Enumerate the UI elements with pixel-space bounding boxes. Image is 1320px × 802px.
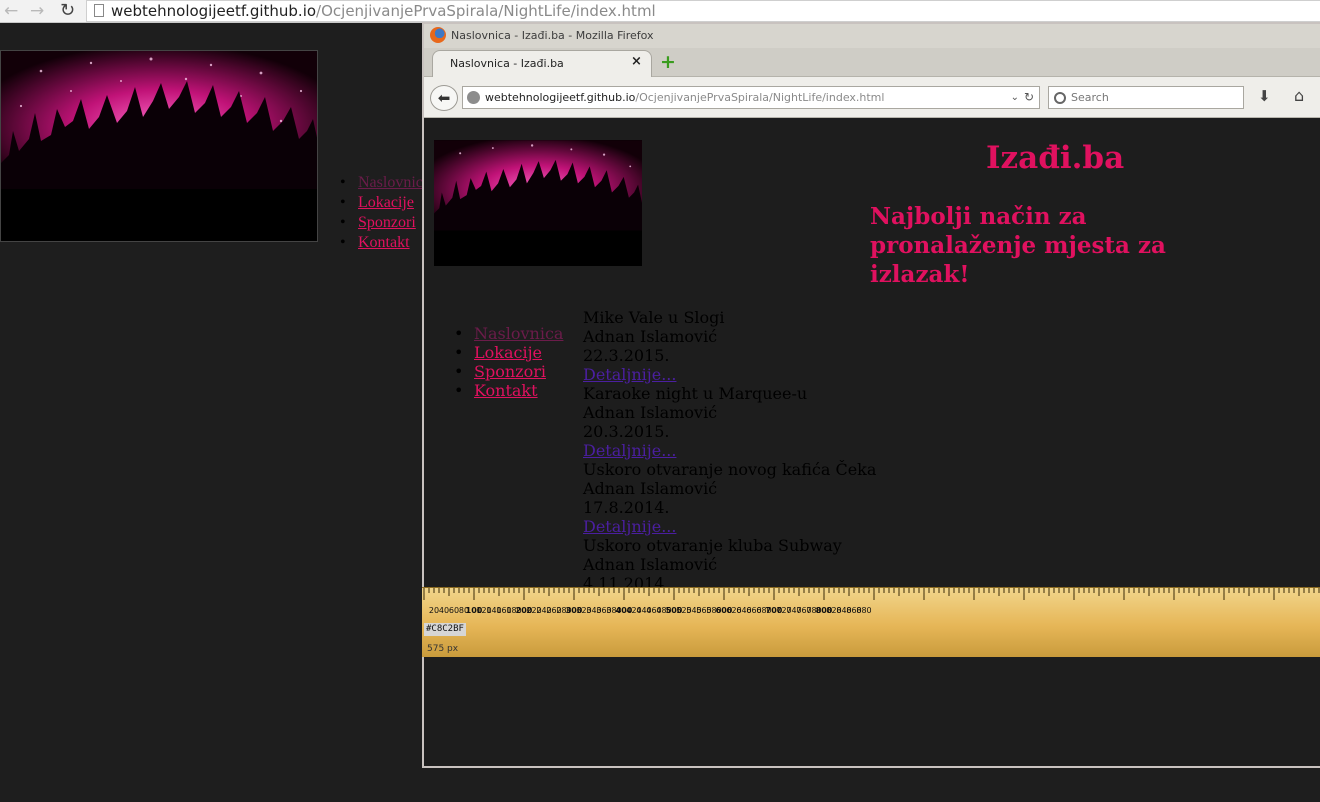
ruler-tick-label: 880 [856,606,871,615]
back-arrow-icon[interactable]: ← [4,1,18,21]
party-silhouette-graphic [434,140,642,266]
nav-link-kontakt[interactable]: Kontakt [474,381,538,400]
url-path: /OcjenjivanjePrvaSpirala/NightLife/index… [316,2,656,20]
news-author: Adnan Islamović [583,555,718,574]
firefox-address-bar[interactable]: webtehnologijeetf.github.io/Ocjenjivanje… [462,86,1040,109]
outer-browser-toolbar: ← → ↻ webtehnologijeetf.github.io/Ocjenj… [0,0,1320,23]
globe-icon [467,91,480,104]
main-nav-list: Naslovnica Lokacije Sponzori Kontakt [454,324,563,400]
reload-icon[interactable]: ↻ [60,1,75,21]
tab-strip: Naslovnica - Izađi.ba × + [424,48,1320,77]
news-list: Mike Vale u Slogi Adnan Islamović 22.3.2… [583,308,876,593]
outer-nav-item: Naslovnica [340,173,430,193]
page-viewport: Izađi.ba Najbolji način za pronalaženje … [424,118,1320,766]
back-button[interactable]: ⬅ [430,85,458,111]
news-detail-link[interactable]: Detaljnije... [583,365,676,384]
outer-nav-item: Lokacije [340,193,430,213]
url-host: webtehnologijeetf.github.io [485,91,636,104]
download-icon[interactable]: ⬇ [1258,87,1271,105]
party-banner-image [0,50,318,242]
outer-nav-item: Kontakt [340,233,430,253]
news-date: 22.3.2015. [583,346,670,365]
news-detail-item: Detaljnije... [583,517,876,536]
news-title: Mike Vale u Slogi [583,308,725,327]
nav-item: Kontakt [454,381,563,400]
nav-link-sponzori[interactable]: Sponzori [474,362,546,381]
news-title: Uskoro otvaranje novog kafića Čeka [583,460,877,479]
news-detail-link[interactable]: Detaljnije... [583,517,676,536]
firefox-titlebar: Naslovnica - Izađi.ba - Mozilla Firefox [424,24,1320,48]
site-title: Izađi.ba [986,140,1125,176]
news-detail-link[interactable]: Detaljnije... [583,441,676,460]
close-tab-icon[interactable]: × [631,54,642,69]
news-detail-item: Detaljnije... [583,441,876,460]
tab-label: Naslovnica - Izađi.ba [450,57,564,70]
search-placeholder: Search [1071,91,1109,104]
news-author: Adnan Islamović [583,403,718,422]
news-title: Uskoro otvaranje kluba Subway [583,536,842,555]
outer-nav-link-kontakt[interactable]: Kontakt [358,234,410,251]
news-detail-item: Detaljnije... [583,365,876,384]
ruler-tick-label: 20 [429,606,439,615]
tab-naslovnica[interactable]: Naslovnica - Izađi.ba × [432,50,652,77]
party-banner-image [434,140,642,266]
outer-nav-link-lokacije[interactable]: Lokacije [358,194,414,211]
home-icon[interactable]: ⌂ [1294,86,1304,105]
outer-nav-link-naslovnica[interactable]: Naslovnica [358,174,430,191]
url-path: /OcjenjivanjePrvaSpirala/NightLife/index… [635,91,885,104]
firefox-logo-icon [430,27,446,43]
nav-item: Sponzori [454,362,563,381]
news-date: 17.8.2014. [583,498,670,517]
news-author: Adnan Islamović [583,327,718,346]
news-date: 20.3.2015. [583,422,670,441]
ruler-scale: 20 40 60 8010012014016018020022024026028030… [423,588,1320,615]
outer-nav-item: Sponzori [340,213,430,233]
news-title: Karaoke night u Marquee-u [583,384,808,403]
party-silhouette-graphic [1,51,317,241]
nav-link-lokacije[interactable]: Lokacije [474,343,542,362]
page-icon [94,4,104,17]
new-tab-plus-icon[interactable]: + [660,52,676,72]
screen-ruler[interactable]: 20 40 60 80 100 120 140 160 180 200 220 240 260 280 30… [422,587,1320,657]
nav-item: Lokacije [454,343,563,362]
magnifier-icon [1054,92,1066,104]
ruler-tick-label: 60 [449,606,459,615]
firefox-navbar: ⬅ webtehnologijeetf.github.io/Ocjenjivan… [424,77,1320,118]
search-input[interactable]: Search [1048,86,1244,109]
url-host: webtehnologijeetf.github.io [111,2,317,20]
news-author: Adnan Islamović [583,479,718,498]
window-title: Naslovnica - Izađi.ba - Mozilla Firefox [451,29,654,42]
ruler-color-readout: #C8C2BF [424,623,466,636]
outer-address-bar[interactable]: webtehnologijeetf.github.io/Ocjenjivanje… [86,0,1320,22]
outer-nav-link-sponzori[interactable]: Sponzori [358,214,416,231]
nav-link-naslovnica[interactable]: Naslovnica [474,324,563,343]
ruler-width-readout: 575 px [427,644,459,654]
nav-item: Naslovnica [454,324,563,343]
ruler-tick-label: 40 [439,606,449,615]
site-tagline: Najbolji način za pronalaženje mjesta za… [870,203,1166,288]
reload-icon[interactable]: ↻ [1024,87,1034,108]
forward-arrow-icon[interactable]: → [30,1,44,21]
outer-nav-list: Naslovnica Lokacije Sponzori Kontakt [340,173,430,253]
url-dropdown-icon[interactable]: ⌄ [1011,87,1019,108]
